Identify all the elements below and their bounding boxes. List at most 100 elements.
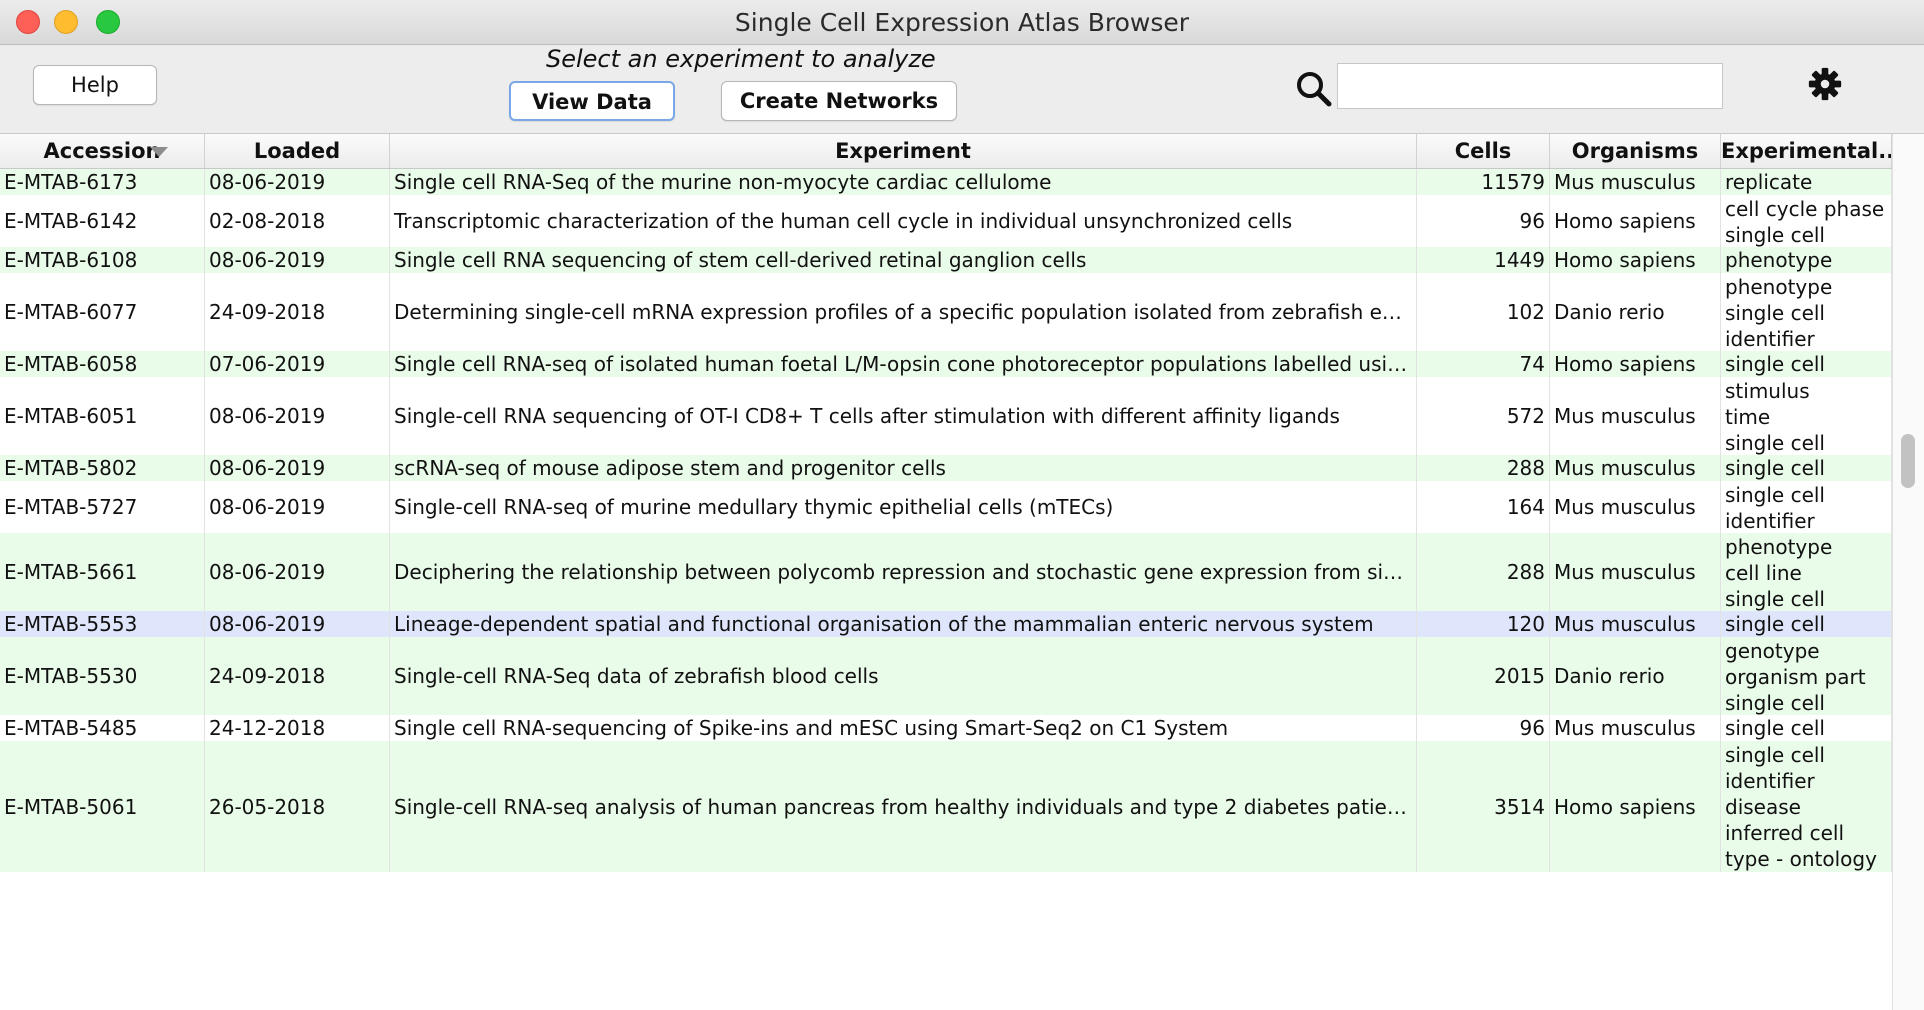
experiment-title-cell[interactable]: Lineage-dependent spatial and functional…	[390, 611, 1417, 637]
experimental-factors-cell[interactable]: genotypeorganism partsingle cellidentifi…	[1721, 637, 1892, 715]
accession-cell[interactable]: E-MTAB-6051	[0, 377, 205, 455]
vertical-scrollbar[interactable]	[1892, 134, 1924, 1010]
experiment-title-cell[interactable]: Transcriptomic characterization of the h…	[390, 195, 1417, 247]
accession-cell[interactable]: E-MTAB-5061	[0, 741, 205, 872]
experimental-factors-cell[interactable]: phenotypecell linesingle cellidentifier	[1721, 533, 1892, 611]
organism-cell[interactable]: Mus musculus	[1550, 455, 1721, 481]
experimental-factors-cell[interactable]: single cell	[1721, 715, 1892, 741]
experiment-title-cell[interactable]: Single cell RNA-seq of isolated human fo…	[390, 351, 1417, 377]
scrollbar-thumb[interactable]	[1901, 434, 1915, 488]
organism-cell[interactable]: Mus musculus	[1550, 481, 1721, 533]
experimental-factors-cell[interactable]: single cell identifier disease inferred cel…	[1721, 741, 1892, 872]
accession-cell[interactable]: E-MTAB-6142	[0, 195, 205, 247]
cell-count-cell[interactable]: 96	[1417, 715, 1550, 741]
experiment-title-cell[interactable]: Single-cell RNA-seq of murine medullary …	[390, 481, 1417, 533]
experimental-factors-cell[interactable]: single cell	[1721, 455, 1892, 481]
loaded-date-cell[interactable]: 24-12-2018	[205, 715, 390, 741]
table-row[interactable]: E-MTAB-5661 08-06-2019 Deciphering the rel…	[0, 533, 1892, 611]
accession-cell[interactable]: E-MTAB-5485	[0, 715, 205, 741]
experimental-factors-cell[interactable]: phenotype	[1721, 247, 1892, 273]
column-header-loaded[interactable]: Loaded	[205, 134, 390, 168]
loaded-date-cell[interactable]: 08-06-2019	[205, 533, 390, 611]
search-input[interactable]	[1337, 63, 1723, 109]
create-networks-button[interactable]: Create Networks	[721, 81, 957, 121]
column-header-organisms[interactable]: Organisms	[1550, 134, 1721, 168]
experimental-factors-cell[interactable]: single cell identifier	[1721, 481, 1892, 533]
organism-cell[interactable]: Homo sapiens	[1550, 247, 1721, 273]
loaded-date-cell[interactable]: 08-06-2019	[205, 455, 390, 481]
accession-cell[interactable]: E-MTAB-5530	[0, 637, 205, 715]
experimental-factors-cell[interactable]: stimulustimesingle cellidentifier	[1721, 377, 1892, 455]
cell-count-cell[interactable]: 288	[1417, 455, 1550, 481]
column-header-experimental-factors[interactable]: Experimental...	[1721, 134, 1892, 168]
accession-cell[interactable]: E-MTAB-6077	[0, 273, 205, 351]
cell-count-cell[interactable]: 11579	[1417, 169, 1550, 195]
organism-cell[interactable]: Mus musculus	[1550, 533, 1721, 611]
view-data-button[interactable]: View Data	[509, 81, 675, 121]
table-row[interactable]: E-MTAB-6173 08-06-2019 Single cell RNA-Seq…	[0, 169, 1892, 195]
cell-count-cell[interactable]: 74	[1417, 351, 1550, 377]
cell-count-cell[interactable]: 3514	[1417, 741, 1550, 872]
accession-cell[interactable]: E-MTAB-5727	[0, 481, 205, 533]
table-row[interactable]: E-MTAB-5553 08-06-2019 Lineage-dependent s…	[0, 611, 1892, 637]
experimental-factors-cell[interactable]: single cell	[1721, 351, 1892, 377]
loaded-date-cell[interactable]: 07-06-2019	[205, 351, 390, 377]
organism-cell[interactable]: Mus musculus	[1550, 611, 1721, 637]
table-row[interactable]: E-MTAB-5061 26-05-2018 Single-cell RNA-seq…	[0, 741, 1892, 872]
organism-cell[interactable]: Mus musculus	[1550, 377, 1721, 455]
organism-cell[interactable]: Homo sapiens	[1550, 195, 1721, 247]
table-row[interactable]: E-MTAB-6051 08-06-2019 Single-cell RNA seq…	[0, 377, 1892, 455]
experiment-title-cell[interactable]: Single cell RNA sequencing of stem cell-…	[390, 247, 1417, 273]
loaded-date-cell[interactable]: 24-09-2018	[205, 273, 390, 351]
experiment-title-cell[interactable]: Single cell RNA-sequencing of Spike-ins …	[390, 715, 1417, 741]
experiment-title-cell[interactable]: Single-cell RNA sequencing of OT-I CD8+ …	[390, 377, 1417, 455]
experiment-title-cell[interactable]: Single-cell RNA-Seq data of zebrafish bl…	[390, 637, 1417, 715]
loaded-date-cell[interactable]: 08-06-2019	[205, 247, 390, 273]
organism-cell[interactable]: Homo sapiens	[1550, 351, 1721, 377]
organism-cell[interactable]: Danio rerio	[1550, 637, 1721, 715]
cell-count-cell[interactable]: 164	[1417, 481, 1550, 533]
accession-cell[interactable]: E-MTAB-6058	[0, 351, 205, 377]
loaded-date-cell[interactable]: 08-06-2019	[205, 377, 390, 455]
cell-count-cell[interactable]: 572	[1417, 377, 1550, 455]
accession-cell[interactable]: E-MTAB-5553	[0, 611, 205, 637]
column-header-cells[interactable]: Cells	[1417, 134, 1550, 168]
organism-cell[interactable]: Homo sapiens	[1550, 741, 1721, 872]
experiment-title-cell[interactable]: scRNA-seq of mouse adipose stem and prog…	[390, 455, 1417, 481]
table-row[interactable]: E-MTAB-5727 08-06-2019 Single-cell RNA-seq…	[0, 481, 1892, 533]
loaded-date-cell[interactable]: 26-05-2018	[205, 741, 390, 872]
organism-cell[interactable]: Mus musculus	[1550, 169, 1721, 195]
table-row[interactable]: E-MTAB-6058 07-06-2019 Single cell RNA-seq…	[0, 351, 1892, 377]
help-button[interactable]: Help	[33, 65, 157, 105]
accession-cell[interactable]: E-MTAB-6108	[0, 247, 205, 273]
table-row[interactable]: E-MTAB-5530 24-09-2018 Single-cell RNA-Seq…	[0, 637, 1892, 715]
cell-count-cell[interactable]: 1449	[1417, 247, 1550, 273]
loaded-date-cell[interactable]: 08-06-2019	[205, 611, 390, 637]
accession-cell[interactable]: E-MTAB-6173	[0, 169, 205, 195]
column-header-accession[interactable]: Accession	[0, 134, 205, 168]
experiment-title-cell[interactable]: Deciphering the relationship between pol…	[390, 533, 1417, 611]
table-row[interactable]: E-MTAB-5485 24-12-2018 Single cell RNA-seq…	[0, 715, 1892, 741]
cell-count-cell[interactable]: 2015	[1417, 637, 1550, 715]
accession-cell[interactable]: E-MTAB-5802	[0, 455, 205, 481]
experiment-title-cell[interactable]: Determining single-cell mRNA expression …	[390, 273, 1417, 351]
cell-count-cell[interactable]: 102	[1417, 273, 1550, 351]
table-row[interactable]: E-MTAB-6142 02-08-2018 Transcriptomic char…	[0, 195, 1892, 247]
gear-icon[interactable]	[1806, 65, 1844, 103]
cell-count-cell[interactable]: 96	[1417, 195, 1550, 247]
loaded-date-cell[interactable]: 24-09-2018	[205, 637, 390, 715]
organism-cell[interactable]: Danio rerio	[1550, 273, 1721, 351]
table-row[interactable]: E-MTAB-6077 24-09-2018 Determining single-…	[0, 273, 1892, 351]
experimental-factors-cell[interactable]: replicate	[1721, 169, 1892, 195]
accession-cell[interactable]: E-MTAB-5661	[0, 533, 205, 611]
loaded-date-cell[interactable]: 08-06-2019	[205, 481, 390, 533]
column-header-experiment[interactable]: Experiment	[390, 134, 1417, 168]
loaded-date-cell[interactable]: 08-06-2019	[205, 169, 390, 195]
table-row[interactable]: E-MTAB-6108 08-06-2019 Single cell RNA seq…	[0, 247, 1892, 273]
experimental-factors-cell[interactable]: cell cycle phasesingle cellidentifier	[1721, 195, 1892, 247]
cell-count-cell[interactable]: 120	[1417, 611, 1550, 637]
experiment-title-cell[interactable]: Single-cell RNA-seq analysis of human pa…	[390, 741, 1417, 872]
loaded-date-cell[interactable]: 02-08-2018	[205, 195, 390, 247]
experiment-title-cell[interactable]: Single cell RNA-Seq of the murine non-my…	[390, 169, 1417, 195]
experimental-factors-cell[interactable]: phenotypesingle cellidentifierblock	[1721, 273, 1892, 351]
